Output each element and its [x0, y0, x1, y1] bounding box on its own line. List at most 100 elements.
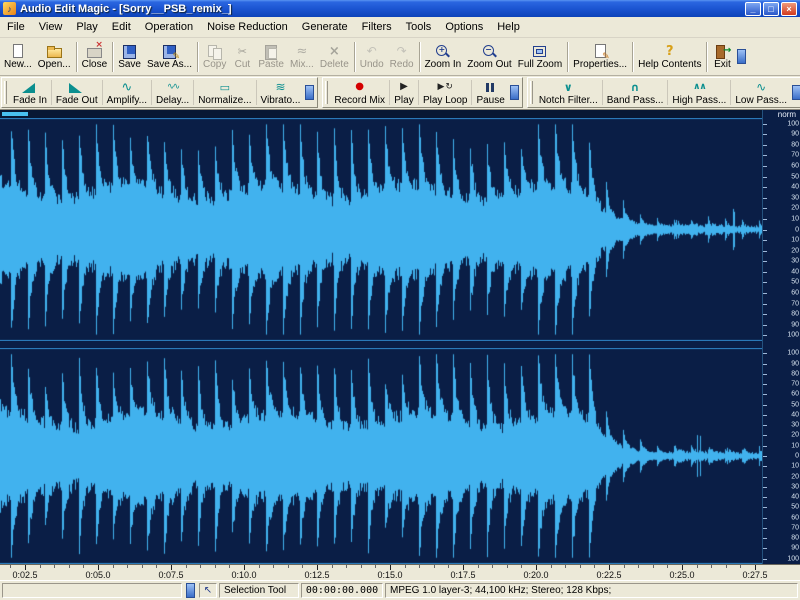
toolbar-button-low-pass[interactable]: Low Pass... — [732, 78, 790, 108]
toolbar-button-properties[interactable]: Properties... — [570, 40, 630, 74]
toolbar-button-label: Mix... — [289, 58, 314, 70]
toolbar-overflow-button[interactable] — [509, 85, 519, 100]
close-file-icon — [86, 41, 103, 59]
toolbar-button-help-contents[interactable]: Help Contents — [635, 40, 704, 74]
toolbar-button-save-as[interactable]: Save As... — [144, 40, 195, 74]
waveform-left-channel[interactable] — [0, 118, 762, 341]
main-toolbar: New... Open... Close Save Save As... Copy Cut P… — [0, 38, 800, 76]
title-bar[interactable]: Audio Edit Magic - [Sorry__PSB_remix_] _… — [0, 0, 800, 17]
ruler-minor-tick — [200, 565, 202, 568]
panel-drag-handle[interactable] — [529, 81, 533, 104]
menu-item-tools[interactable]: Tools — [399, 18, 439, 36]
menu-item-filters[interactable]: Filters — [355, 18, 399, 36]
panel-drag-handle[interactable] — [4, 81, 7, 104]
toolbar-separator — [418, 41, 420, 72]
scale-tick — [763, 324, 767, 326]
toolbar-button-full-zoom[interactable]: Full Zoom — [515, 40, 565, 74]
waveform-right-channel[interactable] — [0, 348, 762, 564]
button-separator — [667, 80, 669, 105]
normalize-icon — [216, 80, 233, 95]
menu-item-generate[interactable]: Generate — [295, 18, 355, 36]
toolbar-overflow-button[interactable] — [792, 85, 800, 100]
toolbar-button-exit[interactable]: Exit — [709, 40, 735, 74]
button-separator — [471, 80, 473, 105]
waveform-right-canvas[interactable] — [0, 348, 762, 564]
toolbar-button-close[interactable]: Close — [79, 40, 111, 74]
paste-icon — [263, 44, 280, 60]
zoom-in-icon — [434, 44, 451, 59]
toolbar-separator — [112, 41, 114, 72]
scale-label: 40 — [791, 183, 799, 191]
toolbar-button-normalize[interactable]: Normalize... — [195, 78, 254, 108]
amplitude-scale-column: norm 100 90 80 70 60 50 40 30 20 10 0 10 20 30 40 50 60 7… — [762, 110, 800, 564]
scale-label: 30 — [791, 421, 799, 429]
ruler-time-label: 0:02.5 — [12, 570, 38, 580]
toolbar-button-save[interactable]: Save — [115, 40, 144, 74]
button-separator — [50, 80, 52, 105]
active-tool-label: Selection Tool — [219, 583, 299, 598]
toolbar-button-play-loop[interactable]: Play Loop — [420, 78, 470, 108]
toolbar-button-fade-in[interactable]: Fade In — [10, 78, 50, 108]
toolbar-button-label: Undo — [359, 58, 384, 70]
toolbar-button-pause[interactable]: Pause — [473, 78, 507, 108]
scale-tick — [763, 155, 767, 157]
close-button[interactable]: × — [781, 1, 797, 16]
scale-tick — [763, 261, 767, 263]
menu-item-file[interactable]: File — [0, 18, 32, 36]
toolbar-button-label: Help Contents — [638, 58, 702, 70]
toolbar-button-zoom-out[interactable]: Zoom Out — [464, 40, 514, 74]
toolbar-button-redo[interactable]: Redo — [387, 40, 417, 74]
mix-icon — [293, 44, 310, 59]
ruler-minor-tick — [696, 565, 698, 568]
toolbar-button-cut[interactable]: Cut — [229, 40, 255, 74]
toolbar-button-copy[interactable]: Copy — [200, 40, 229, 74]
play-icon — [395, 80, 412, 95]
full-zoom-icon — [531, 44, 548, 59]
toolbar-button-notch-filter[interactable]: Notch Filter... — [536, 78, 601, 108]
toolbar-button-open[interactable]: Open... — [35, 40, 74, 74]
toolbar-overflow-button[interactable] — [305, 85, 315, 100]
timeline-ruler[interactable]: 0:02.5 0:05.0 0:07.5 0:10.0 0:12.5 0:15.0 0:17… — [0, 564, 800, 580]
menu-item-play[interactable]: Play — [69, 18, 104, 36]
waveform-left-canvas[interactable] — [0, 118, 762, 341]
toolbar-button-label: Full Zoom — [517, 58, 563, 70]
panel-drag-handle[interactable] — [325, 81, 329, 104]
menu-item-noise-reduction[interactable]: Noise Reduction — [200, 18, 295, 36]
toolbar-button-vibrato[interactable]: Vibrato... — [258, 78, 304, 108]
maximize-button[interactable]: □ — [763, 1, 779, 16]
toolbar-button-delay[interactable]: Delay... — [153, 78, 192, 108]
scale-tick — [763, 456, 767, 457]
toolbar-button-amplify[interactable]: Amplify... — [104, 78, 150, 108]
scale-tick — [763, 187, 767, 189]
toolbar-button-fade-out[interactable]: Fade Out — [53, 78, 101, 108]
ruler-minor-tick — [346, 565, 348, 568]
menu-item-help[interactable]: Help — [490, 18, 527, 36]
effects-panel-1: Fade In Fade Out Amplify... Delay... Normali… — [1, 77, 319, 108]
toolbar-button-high-pass[interactable]: High Pass... — [669, 78, 729, 108]
menu-item-edit[interactable]: Edit — [105, 18, 138, 36]
toolbar-button-label: Cut — [234, 58, 251, 70]
minimize-button[interactable]: _ — [745, 1, 761, 16]
toolbar-button-record-mix[interactable]: Record Mix — [331, 78, 388, 108]
waveform-editor: norm 100 90 80 70 60 50 40 30 20 10 0 10 20 30 40 50 60 7… — [0, 110, 800, 564]
menu-item-operation[interactable]: Operation — [138, 18, 200, 36]
toolbar-button-paste[interactable]: Paste — [255, 40, 287, 74]
ruler-time-label: 0:25.0 — [669, 570, 695, 580]
scale-label: 70 — [791, 151, 799, 159]
toolbar-button-mix[interactable]: Mix... — [287, 40, 317, 74]
overview-bar[interactable] — [0, 110, 762, 118]
toolbar-customize-button[interactable] — [737, 49, 747, 64]
toolbar-button-play[interactable]: Play — [391, 78, 417, 108]
toolbar-button-new[interactable]: New... — [1, 40, 35, 74]
menu-item-options[interactable]: Options — [438, 18, 490, 36]
overview-position-indicator[interactable] — [2, 112, 28, 116]
toolbar-button-undo[interactable]: Undo — [357, 40, 387, 74]
menu-item-view[interactable]: View — [32, 18, 70, 36]
toolbar-button-zoom-in[interactable]: Zoom In — [422, 40, 465, 74]
toolbar-button-delete[interactable]: Delete — [317, 40, 352, 74]
ruler-minor-tick — [302, 565, 304, 568]
status-grip-icon — [186, 583, 195, 598]
toolbar-button-band-pass[interactable]: Band Pass... — [604, 78, 667, 108]
scale-label: 50 — [791, 401, 799, 409]
fade-in-icon — [21, 80, 38, 95]
